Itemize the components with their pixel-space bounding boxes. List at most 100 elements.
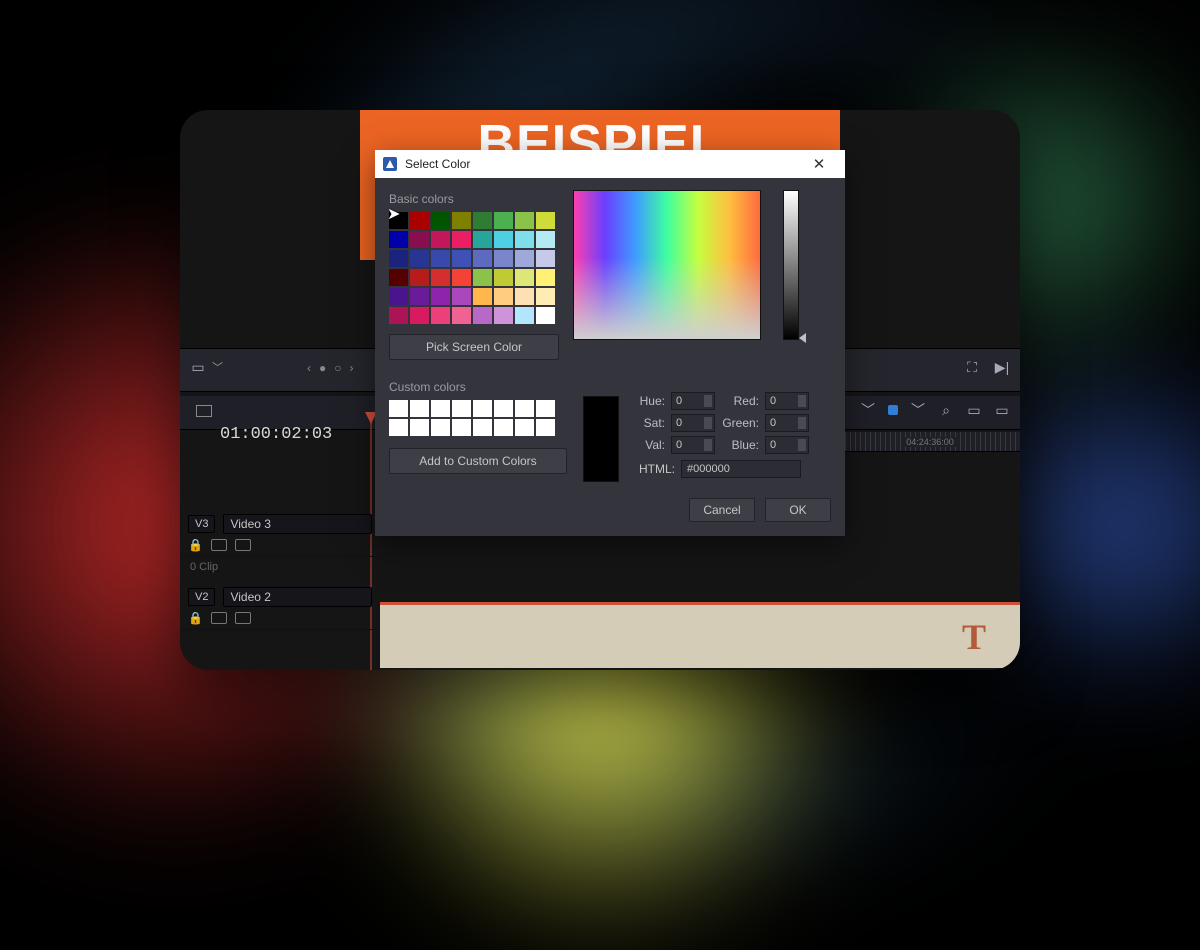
custom-color-swatch[interactable]	[431, 400, 450, 417]
basic-color-swatch[interactable]	[431, 307, 450, 324]
viewer-nav[interactable]: ‹●○›	[304, 361, 359, 375]
basic-color-swatch[interactable]	[431, 231, 450, 248]
track-name[interactable]: Video 2	[223, 587, 372, 607]
basic-color-swatch[interactable]	[410, 212, 429, 229]
val-input[interactable]: 0	[671, 436, 715, 454]
basic-color-swatch[interactable]	[410, 269, 429, 286]
custom-color-swatch[interactable]	[515, 419, 534, 436]
basic-color-swatch[interactable]	[410, 231, 429, 248]
basic-color-swatch[interactable]	[494, 212, 513, 229]
basic-color-swatch[interactable]	[515, 269, 534, 286]
cancel-button[interactable]: Cancel	[689, 498, 755, 522]
custom-color-swatch[interactable]	[473, 400, 492, 417]
basic-color-swatch[interactable]	[515, 288, 534, 305]
basic-color-swatch[interactable]	[494, 288, 513, 305]
basic-color-swatch[interactable]	[452, 212, 471, 229]
basic-color-swatch[interactable]	[410, 288, 429, 305]
basic-color-swatch[interactable]	[410, 250, 429, 267]
pick-screen-color-button[interactable]: Pick Screen Color	[389, 334, 559, 360]
basic-color-swatch[interactable]	[515, 231, 534, 248]
basic-color-swatch[interactable]	[536, 231, 555, 248]
html-hex-input[interactable]: #000000	[681, 460, 801, 478]
display-mode-chevron-icon[interactable]: ﹀	[212, 359, 223, 375]
lock-icon[interactable]: 🔒	[188, 611, 203, 625]
basic-color-swatch[interactable]	[389, 288, 408, 305]
basic-color-swatch[interactable]	[536, 269, 555, 286]
custom-color-swatch[interactable]	[389, 400, 408, 417]
basic-color-swatch[interactable]	[536, 250, 555, 267]
basic-color-swatch[interactable]	[389, 231, 408, 248]
basic-color-swatch[interactable]	[536, 212, 555, 229]
basic-color-swatch[interactable]	[431, 212, 450, 229]
blue-input[interactable]: 0	[765, 436, 809, 454]
lock-icon[interactable]: 🔒	[188, 538, 203, 552]
custom-color-swatch[interactable]	[452, 419, 471, 436]
track-rect-icon[interactable]	[211, 539, 227, 551]
basic-color-swatch[interactable]	[515, 250, 534, 267]
basic-color-swatch[interactable]	[536, 307, 555, 324]
basic-color-swatch[interactable]	[431, 250, 450, 267]
basic-color-swatch[interactable]	[431, 288, 450, 305]
value-slider-handle-icon[interactable]	[799, 333, 806, 343]
custom-color-swatch[interactable]	[431, 419, 450, 436]
track-rect-icon[interactable]	[235, 539, 251, 551]
custom-color-swatch[interactable]	[410, 419, 429, 436]
chevron-down-icon[interactable]: ﹀	[910, 402, 926, 418]
thumbnail-toggle-icon[interactable]	[196, 405, 212, 417]
basic-color-swatch[interactable]	[536, 288, 555, 305]
marker-color-icon[interactable]	[888, 405, 898, 415]
basic-color-swatch[interactable]	[473, 250, 492, 267]
display-mode-icon[interactable]: ▭	[190, 359, 206, 375]
red-input[interactable]: 0	[765, 392, 809, 410]
value-slider[interactable]	[783, 190, 799, 340]
chevron-down-icon[interactable]: ﹀	[860, 402, 876, 418]
ruler-zoom-icon[interactable]: ⌕	[938, 402, 954, 418]
custom-color-swatch[interactable]	[473, 419, 492, 436]
track-header[interactable]: V2 Video 2 🔒	[180, 583, 380, 630]
ruler-icon[interactable]: ▭	[994, 402, 1010, 418]
basic-color-swatch[interactable]	[452, 269, 471, 286]
custom-color-swatch[interactable]	[389, 419, 408, 436]
track-tag[interactable]: V2	[188, 588, 215, 606]
custom-color-swatch[interactable]	[410, 400, 429, 417]
basic-color-swatch[interactable]	[473, 269, 492, 286]
basic-color-swatch[interactable]	[494, 250, 513, 267]
custom-color-swatch[interactable]	[536, 400, 555, 417]
step-forward-icon[interactable]: ▶|	[994, 359, 1010, 375]
basic-color-swatch[interactable]	[452, 288, 471, 305]
basic-color-swatch[interactable]	[389, 212, 408, 229]
track-rect-icon[interactable]	[235, 612, 251, 624]
sat-input[interactable]: 0	[671, 414, 715, 432]
custom-color-swatch[interactable]	[494, 419, 513, 436]
basic-color-swatch[interactable]	[473, 288, 492, 305]
custom-color-swatch[interactable]	[452, 400, 471, 417]
green-input[interactable]: 0	[765, 414, 809, 432]
color-spectrum[interactable]	[573, 190, 761, 340]
text-clip[interactable]: T	[380, 602, 1020, 668]
ok-button[interactable]: OK	[765, 498, 831, 522]
basic-color-swatch[interactable]	[431, 269, 450, 286]
hue-input[interactable]: 0	[671, 392, 715, 410]
basic-color-swatch[interactable]	[452, 250, 471, 267]
custom-color-swatch[interactable]	[494, 400, 513, 417]
close-icon[interactable]: ✕	[801, 155, 837, 173]
basic-color-swatch[interactable]	[515, 307, 534, 324]
basic-color-swatch[interactable]	[473, 231, 492, 248]
timeline-ruler[interactable]: 04:24:36:00	[840, 432, 1020, 452]
track-tag[interactable]: V3	[188, 515, 215, 533]
track-header[interactable]: V3 Video 3 🔒	[180, 510, 380, 557]
basic-color-swatch[interactable]	[494, 307, 513, 324]
basic-color-swatch[interactable]	[515, 212, 534, 229]
track-rect-icon[interactable]	[211, 612, 227, 624]
playhead-timecode[interactable]: 01:00:02:03	[220, 425, 332, 444]
basic-color-swatch[interactable]	[452, 307, 471, 324]
basic-color-swatch[interactable]	[389, 269, 408, 286]
basic-color-swatch[interactable]	[494, 231, 513, 248]
custom-color-swatch[interactable]	[515, 400, 534, 417]
dialog-titlebar[interactable]: Select Color ✕	[375, 150, 845, 178]
add-to-custom-button[interactable]: Add to Custom Colors	[389, 448, 567, 474]
track-name[interactable]: Video 3	[223, 514, 372, 534]
basic-color-swatch[interactable]	[473, 212, 492, 229]
custom-color-swatch[interactable]	[536, 419, 555, 436]
basic-color-swatch[interactable]	[494, 269, 513, 286]
